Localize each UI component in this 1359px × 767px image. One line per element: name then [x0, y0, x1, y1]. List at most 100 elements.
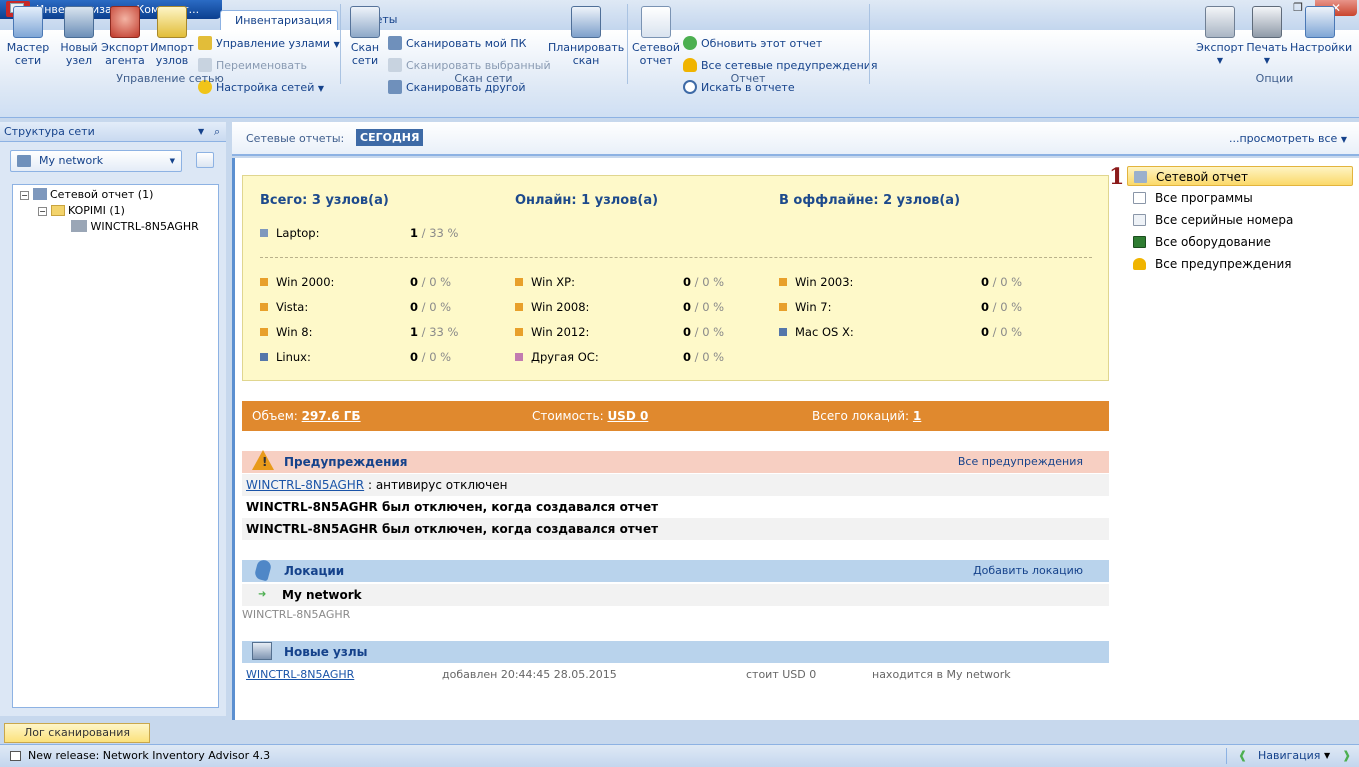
- os-flag-icon: [260, 353, 268, 361]
- dropdown-icon[interactable]: ▼: [198, 122, 204, 141]
- new-node-location: находится в My network: [872, 668, 1011, 681]
- scan-icon: [350, 6, 380, 38]
- os-stat: Win 2008:: [515, 300, 589, 314]
- link-all-programs[interactable]: Все программы: [1127, 188, 1353, 208]
- reports-bar: Сетевые отчеты: СЕГОДНЯ ...просмотреть в…: [232, 122, 1359, 156]
- locations-link[interactable]: 1: [913, 409, 921, 423]
- import-nodes-button[interactable]: Импорт узлов: [149, 6, 195, 67]
- import-icon: [157, 6, 187, 38]
- net-report-button[interactable]: Сетевой отчет: [632, 6, 680, 67]
- location-host: WINCTRL-8N5AGHR: [242, 608, 351, 621]
- wizard-icon: [13, 6, 43, 38]
- collapse-icon[interactable]: −: [20, 191, 29, 200]
- plan-scan-button[interactable]: Планировать скан: [548, 6, 624, 67]
- divider: [260, 257, 1092, 258]
- scan-my-pc-button[interactable]: Сканировать мой ПК: [388, 35, 526, 53]
- tree-item-computer[interactable]: WINCTRL-8N5AGHR: [71, 219, 199, 235]
- scan-log-tab[interactable]: Лог сканирования: [4, 723, 150, 743]
- offline-nodes: В оффлайне: 2 узлов(а): [779, 193, 961, 208]
- link-all-hardware[interactable]: Все оборудование: [1127, 232, 1353, 252]
- manage-nodes-button[interactable]: Управление узлами ▼: [198, 35, 340, 53]
- scan-network-button[interactable]: Скан сети: [344, 6, 386, 67]
- location-pin-icon: [253, 558, 273, 582]
- laptop-count: 1 / 33 %: [410, 226, 459, 240]
- network-select[interactable]: My network ▼: [10, 150, 182, 172]
- host-link[interactable]: WINCTRL-8N5AGHR: [246, 478, 364, 492]
- report-icon: [641, 6, 671, 38]
- os-stat: Win 2003:: [779, 275, 853, 289]
- link-all-serials[interactable]: Все серийные номера: [1127, 210, 1353, 230]
- warnings-header: ! Предупреждения Все предупреждения: [242, 450, 1109, 473]
- serials-icon: [1133, 214, 1146, 226]
- export-button[interactable]: Экспорт ▼: [1196, 6, 1244, 67]
- os-count: 0 / 0 %: [410, 275, 452, 289]
- report-tree-icon: [32, 188, 47, 200]
- network-icon: [17, 155, 31, 167]
- new-node-link[interactable]: WINCTRL-8N5AGHR: [246, 668, 354, 681]
- link-network-report[interactable]: Сетевой отчет: [1127, 166, 1353, 186]
- monitor-icon: [388, 36, 402, 50]
- link-all-warnings[interactable]: Все предупреждения: [1127, 254, 1353, 274]
- os-flag-icon: [260, 303, 268, 311]
- rename-icon: [198, 58, 212, 72]
- location-row[interactable]: ➜ My network: [242, 584, 1109, 606]
- os-count: 1 / 33 %: [410, 325, 459, 339]
- arrow-right-icon: ❱: [1342, 749, 1352, 762]
- refresh-icon: [683, 36, 697, 50]
- os-flag-icon: [779, 278, 787, 286]
- reports-label: Сетевые отчеты:: [246, 132, 345, 145]
- tab-inventory[interactable]: Инвентаризация: [220, 10, 338, 30]
- new-node-button[interactable]: Новый узел: [56, 6, 102, 67]
- settings-button[interactable]: Настройки: [1290, 6, 1352, 54]
- volume-link[interactable]: 297.6 ГБ: [302, 409, 361, 423]
- os-stat: Win 8:: [260, 325, 312, 339]
- os-stat: Linux:: [260, 350, 311, 364]
- add-network-icon[interactable]: [196, 152, 214, 168]
- ribbon-separator: [869, 4, 870, 84]
- os-stat: Win 2012:: [515, 325, 589, 339]
- status-separator: [1226, 748, 1227, 764]
- new-node-cost: стоит USD 0: [746, 668, 817, 681]
- bell-icon: [1133, 258, 1146, 270]
- cost-link[interactable]: USD 0: [607, 409, 648, 423]
- pin-icon[interactable]: ⌕: [214, 122, 220, 141]
- marker-number: 1: [1109, 164, 1125, 190]
- release-text[interactable]: New release: Network Inventory Advisor 4…: [28, 745, 270, 767]
- navigation-button[interactable]: Навигация: [1258, 745, 1320, 767]
- export-icon: [1205, 6, 1235, 38]
- tree-item-report[interactable]: − Сетевой отчет (1): [20, 187, 153, 203]
- os-flag-icon: [779, 328, 787, 336]
- os-count: 0 / 0 %: [410, 350, 452, 364]
- status-bar: New release: Network Inventory Advisor 4…: [0, 744, 1359, 767]
- stats-bar: Объем: 297.6 ГБ Стоимость: USD 0 Всего л…: [242, 401, 1109, 431]
- arrow-left-icon: ❰: [1238, 749, 1248, 762]
- new-node-added: добавлен 20:44:45 28.05.2015: [442, 668, 617, 681]
- chip-icon: [1133, 236, 1146, 248]
- add-location-link[interactable]: Добавить локацию: [973, 560, 1083, 582]
- online-nodes: Онлайн: 1 узлов(а): [515, 193, 659, 208]
- all-warnings-link[interactable]: Все предупреждения: [958, 451, 1083, 473]
- warning-row: WINCTRL-8N5AGHR был отключен, когда созд…: [246, 500, 659, 514]
- export-agent-button[interactable]: Экспорт агента: [101, 6, 149, 67]
- laptop-icon: [260, 229, 268, 237]
- nodes-icon: [198, 36, 212, 50]
- view-all-link[interactable]: ...просмотреть все ▼: [1229, 132, 1347, 145]
- os-count: 0 / 0 %: [981, 275, 1023, 289]
- os-stat: Win XP:: [515, 275, 575, 289]
- programs-icon: [1133, 192, 1146, 204]
- os-count: 0 / 0 %: [981, 325, 1023, 339]
- print-button[interactable]: Печать ▼: [1244, 6, 1290, 67]
- agent-icon: [110, 6, 140, 38]
- os-flag-icon: [515, 328, 523, 336]
- settings-window-icon: [1305, 6, 1335, 38]
- today-badge[interactable]: СЕГОДНЯ: [356, 129, 424, 146]
- os-count: 0 / 0 %: [410, 300, 452, 314]
- tree-item-workgroup[interactable]: − KOPIMI (1): [38, 203, 125, 219]
- wizard-button[interactable]: Мастер сети: [4, 6, 52, 67]
- network-structure-header: Структура сети ▼ ⌕: [0, 122, 226, 142]
- volume-stat: Объем: 297.6 ГБ: [252, 409, 361, 423]
- collapse-icon[interactable]: −: [38, 207, 47, 216]
- group-manage-label: Управление сетью: [116, 72, 224, 85]
- refresh-report-button[interactable]: Обновить этот отчет: [683, 35, 822, 53]
- os-stat: Win 7:: [779, 300, 831, 314]
